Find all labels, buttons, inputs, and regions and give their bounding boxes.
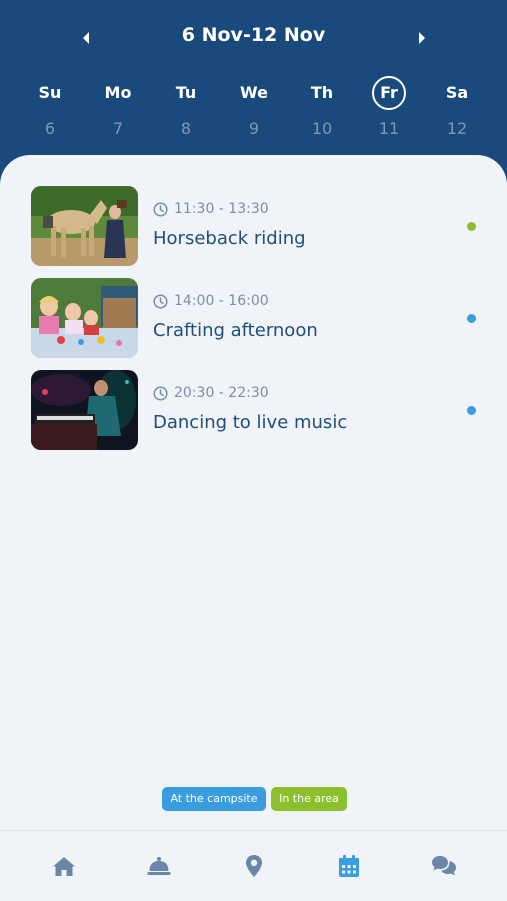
event-title: Horseback riding — [153, 228, 306, 249]
event-time: 11:30 - 13:30 — [153, 200, 269, 218]
day-monday[interactable]: Mo 7 — [93, 76, 143, 138]
category-dot-at-the-campsite — [467, 406, 476, 415]
day-sunday[interactable]: Su 6 — [25, 76, 75, 138]
legend-in-the-area[interactable]: In the area — [271, 787, 347, 811]
day-wednesday[interactable]: We 9 — [229, 76, 279, 138]
week-navigator: 6 Nov-12 Nov — [0, 22, 507, 54]
chat-icon — [432, 856, 456, 876]
nav-calendar-button[interactable] — [334, 853, 364, 879]
nav-chat-button[interactable] — [429, 853, 459, 879]
day-friday-selected[interactable]: Fr 11 — [364, 76, 414, 138]
event-time-text: 14:00 - 16:00 — [174, 293, 269, 309]
day-number: 8 — [180, 119, 192, 138]
event-time-text: 11:30 - 13:30 — [174, 201, 269, 217]
day-number: 9 — [248, 119, 260, 138]
day-thursday[interactable]: Th 10 — [297, 76, 347, 138]
day-name: Su — [38, 83, 62, 102]
nav-reception-button[interactable] — [144, 853, 174, 879]
clock-icon — [153, 201, 168, 217]
nav-map-button[interactable] — [239, 853, 269, 879]
horse-photo — [31, 186, 138, 266]
day-saturday[interactable]: Sa 12 — [432, 76, 482, 138]
day-name: Th — [310, 83, 334, 102]
day-number: 11 — [378, 119, 400, 138]
day-name: We — [240, 83, 268, 102]
reception-bell-icon — [147, 857, 171, 875]
map-pin-icon — [246, 855, 262, 877]
calendar-icon — [339, 855, 359, 877]
day-number: 7 — [112, 119, 124, 138]
event-title: Dancing to live music — [153, 412, 348, 433]
events-panel: 11:30 - 13:30 Horseback riding 14:00 - 1… — [0, 155, 507, 831]
caret-right-icon — [419, 32, 425, 44]
event-time: 20:30 - 22:30 — [153, 384, 269, 402]
week-header: 6 Nov-12 Nov Su 6 Mo 7 Tu 8 We 9 Th 10 F… — [0, 0, 507, 175]
event-title: Crafting afternoon — [153, 320, 318, 341]
day-number: 12 — [446, 119, 468, 138]
day-name: Sa — [445, 83, 469, 102]
clock-icon — [153, 293, 168, 309]
event-time: 14:00 - 16:00 — [153, 292, 269, 310]
crafting-photo — [31, 278, 138, 358]
day-selector: Su 6 Mo 7 Tu 8 We 9 Th 10 Fr 11 Sa 12 — [0, 76, 507, 146]
category-dot-in-the-area — [467, 222, 476, 231]
bottom-navigation — [0, 830, 507, 901]
event-time-text: 20:30 - 22:30 — [174, 385, 269, 401]
category-dot-at-the-campsite — [467, 314, 476, 323]
day-number: 6 — [44, 119, 56, 138]
day-name: Fr — [372, 76, 406, 110]
event-card[interactable]: 20:30 - 22:30 Dancing to live music — [31, 370, 481, 450]
event-card[interactable]: 11:30 - 13:30 Horseback riding — [31, 186, 481, 266]
category-legend: At the campsite In the area — [0, 787, 507, 811]
music-photo — [31, 370, 138, 450]
nav-home-button[interactable] — [49, 853, 79, 879]
clock-icon — [153, 385, 168, 401]
day-number: 10 — [311, 119, 333, 138]
day-tuesday[interactable]: Tu 8 — [161, 76, 211, 138]
next-week-button[interactable] — [412, 28, 432, 48]
home-icon — [53, 856, 75, 876]
day-name: Mo — [104, 83, 132, 102]
legend-at-the-campsite[interactable]: At the campsite — [162, 787, 266, 811]
event-card[interactable]: 14:00 - 16:00 Crafting afternoon — [31, 278, 481, 358]
day-name: Tu — [175, 83, 197, 102]
